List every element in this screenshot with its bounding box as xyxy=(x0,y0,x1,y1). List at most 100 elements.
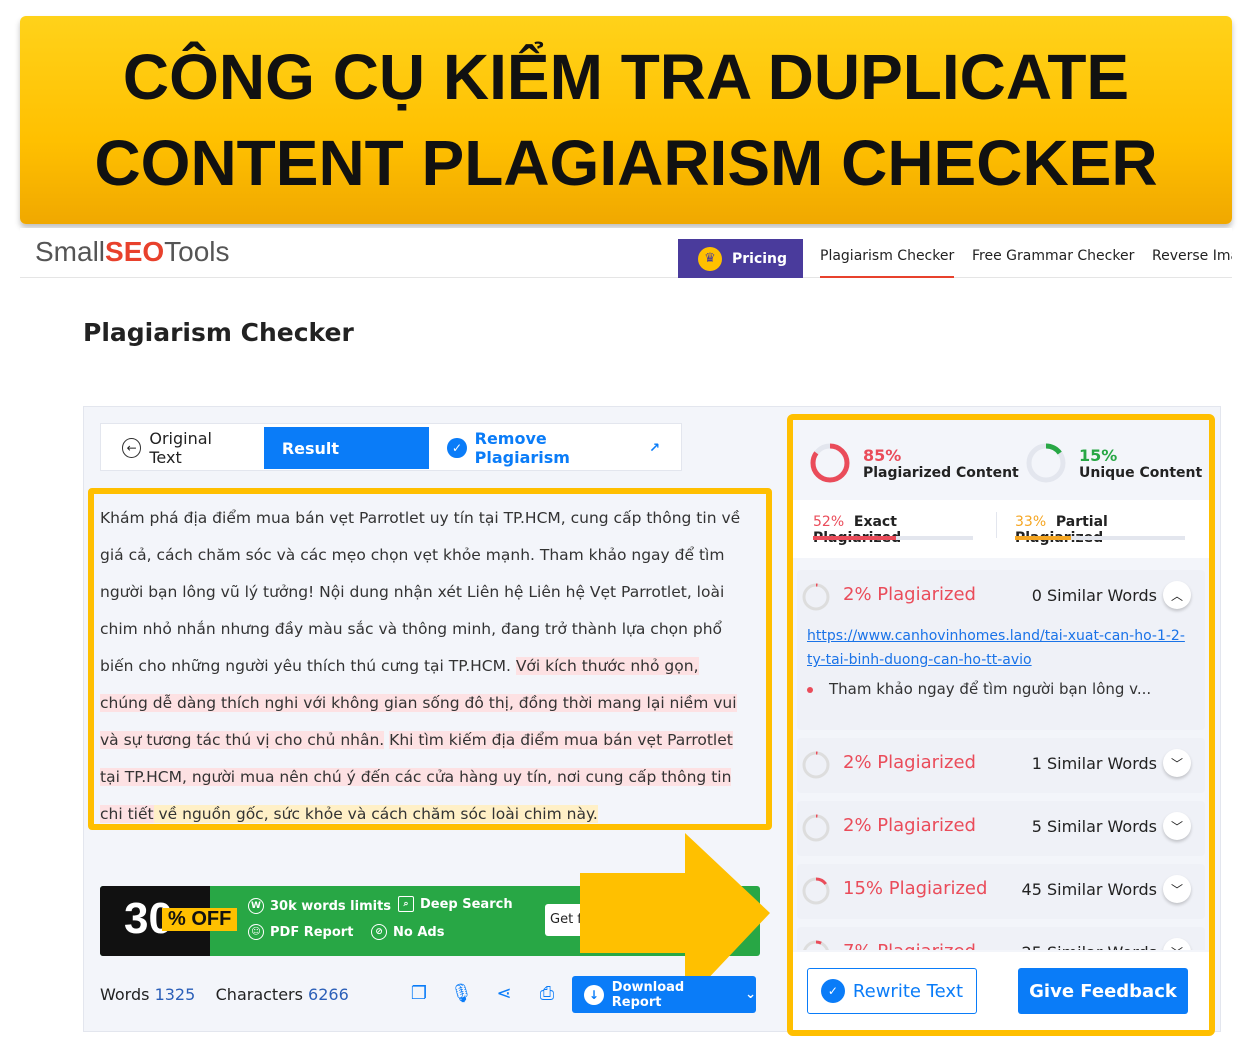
feature-pdf-report: ☺ PDF Report xyxy=(248,924,353,940)
text-line: chim nhỏ nhắn nhưng đầy màu sắc và thông… xyxy=(100,611,760,648)
feature-label: 30k words limits xyxy=(270,898,392,914)
matched-snippet: Tham khảo ngay để tìm người bạn lông v..… xyxy=(807,680,1151,698)
microphone-icon[interactable]: 🎙 xyxy=(450,983,473,1005)
download-report-button[interactable]: ↓ Download Report ⌄ xyxy=(572,976,756,1013)
words-count: 1325 xyxy=(154,985,196,1004)
exact-match-highlight: và sự tương tác thú vị cho chủ nhân. xyxy=(100,731,385,749)
crown-icon: ♛ xyxy=(698,246,722,271)
logo-seo: SEO xyxy=(105,236,165,267)
top-navbar: SmallSEOTools ♛ Pricing Plagiarism Checke… xyxy=(20,228,1232,278)
plagiarized-ring xyxy=(810,443,850,483)
chevron-down-icon[interactable]: ﹀ xyxy=(1163,749,1191,777)
result-item[interactable]: 2% Plagiarized 1 Similar Words ﹀ xyxy=(797,738,1205,793)
nav-reverse-image[interactable]: Reverse Ima xyxy=(1152,248,1232,264)
chevron-down-icon[interactable]: ﹀ xyxy=(1163,875,1191,903)
tab-bar: ← Original Text Result ✓ Remove Plagiarism… xyxy=(100,423,682,471)
exact-match-highlight: Khi tìm kiếm địa điểm mua bán vẹt Parrot… xyxy=(389,731,733,749)
copy-icon[interactable]: ❐ xyxy=(408,983,430,1005)
print-icon[interactable]: ⎙ xyxy=(536,983,558,1005)
text-line: biến cho những người yêu thích thú cưng … xyxy=(100,648,760,685)
tab-remove-plagiarism[interactable]: ✓ Remove Plagiarism ↗ xyxy=(429,427,678,469)
exact-match-highlight: chi tiết xyxy=(100,805,154,823)
feature-label: Deep Search xyxy=(420,896,513,912)
w-icon: W xyxy=(248,898,264,914)
unique-percent: 15% xyxy=(1079,445,1118,465)
chevron-down-icon[interactable]: ﹀ xyxy=(1163,812,1191,840)
text-line: và sự tương tác thú vị cho chủ nhân. Khi… xyxy=(100,722,760,759)
exact-plagiarized: 52% Exact Plagiarized xyxy=(813,514,973,546)
nav-plagiarism-checker[interactable]: Plagiarism Checker xyxy=(820,248,955,278)
download-icon: ↓ xyxy=(584,984,604,1005)
result-percent: 2% Plagiarized xyxy=(843,584,976,605)
panel-footer: ✓ Rewrite Text Give Feedback xyxy=(793,952,1209,1030)
text-segment: chim nhỏ nhắn nhưng đầy màu sắc và thông… xyxy=(100,620,723,638)
plagiarized-summary: 85% Plagiarized Content xyxy=(809,428,1019,498)
unique-label: Unique Content xyxy=(1079,464,1203,481)
results-panel: 85% Plagiarized Content 15% Unique Content… xyxy=(787,414,1215,1036)
document-search-icon: ⌕ xyxy=(398,896,414,912)
banner-title-line2: CONTENT PLAGIARISM CHECKER xyxy=(94,127,1158,199)
partial-plagiarized: 33% Partial Plagiarized xyxy=(1015,514,1185,546)
chevron-down-icon[interactable]: ﹀ xyxy=(1163,938,1191,950)
partial-match-highlight: về nguồn gốc, sức khỏe và cách chăm sóc … xyxy=(153,805,598,823)
unique-ring xyxy=(1026,443,1066,483)
feature-label: PDF Report xyxy=(270,924,354,940)
pricing-button[interactable]: ♛ Pricing xyxy=(678,239,803,278)
text-stats: Words 1325 Characters 6266 xyxy=(100,985,349,1004)
banner-title-line1: CÔNG CỤ KIỂM TRA DUPLICATE xyxy=(122,41,1130,113)
unique-summary: 15% Unique Content xyxy=(1025,428,1202,498)
feature-words-limit: W 30k words limits xyxy=(248,898,391,914)
results-list[interactable]: 2% Plagiarized 0 Similar Words ︿ https://… xyxy=(797,570,1205,950)
rewrite-text-button[interactable]: ✓ Rewrite Text xyxy=(807,968,977,1014)
text-line: giá cả, cách chăm sóc và các mẹo chọn vẹ… xyxy=(100,537,760,574)
text-line: tại TP.HCM, người mua nên chú ý đến các … xyxy=(100,759,760,796)
source-link[interactable]: https://www.canhovinhomes.land/tai-xuat-… xyxy=(807,624,1187,672)
exact-match-highlight: tại TP.HCM, người mua nên chú ý đến các … xyxy=(100,768,732,786)
chevron-down-icon: ⌄ xyxy=(745,987,756,1002)
chevron-up-icon[interactable]: ︿ xyxy=(1163,581,1191,609)
text-segment: giá cả, cách chăm sóc và các mẹo chọn vẹ… xyxy=(100,546,725,564)
exact-match-highlight: chúng dễ dàng thích nghi với không gian … xyxy=(100,694,737,712)
divider xyxy=(996,512,997,538)
result-percent: 15% Plagiarized xyxy=(843,878,988,899)
similar-words: 0 Similar Words xyxy=(1031,586,1157,605)
tab-original-text[interactable]: ← Original Text xyxy=(104,427,264,469)
result-item[interactable]: 2% Plagiarized 5 Similar Words ﹀ xyxy=(797,801,1205,856)
exact-percent: 52% xyxy=(813,514,845,530)
give-feedback-button[interactable]: Give Feedback xyxy=(1018,968,1188,1014)
result-percent: 2% Plagiarized xyxy=(843,815,976,836)
tab-result[interactable]: Result xyxy=(263,427,430,469)
result-item[interactable]: 2% Plagiarized 0 Similar Words ︿ https://… xyxy=(797,570,1205,730)
text-segment: người bạn lông vũ lý tưởng! Nội dung nhậ… xyxy=(100,583,725,601)
similar-words: 25 Similar Words xyxy=(1022,943,1157,950)
similar-words: 1 Similar Words xyxy=(1031,754,1157,773)
result-ring xyxy=(802,877,830,905)
text-line: người bạn lông vũ lý tưởng! Nội dung nhậ… xyxy=(100,574,760,611)
text-line: chi tiết về nguồn gốc, sức khỏe và cách … xyxy=(100,796,760,833)
characters-label: Characters xyxy=(215,985,303,1004)
partial-progress xyxy=(1015,536,1185,540)
exact-progress xyxy=(813,536,973,540)
result-ring xyxy=(802,583,830,611)
feature-deep-search: ⌕ Deep Search xyxy=(398,896,513,912)
text-line: chúng dễ dàng thích nghi với không gian … xyxy=(100,685,760,722)
result-item[interactable]: 7% Plagiarized 25 Similar Words ﹀ xyxy=(797,927,1205,950)
plagiarized-percent: 85% xyxy=(863,445,902,465)
tab-label: Result xyxy=(281,438,340,458)
result-text: Khám phá địa điểm mua bán vẹt Parrotlet … xyxy=(88,488,772,830)
feature-label: No Ads xyxy=(393,924,445,940)
text-line: Khám phá địa điểm mua bán vẹt Parrotlet … xyxy=(100,500,760,537)
text-segment: Khám phá địa điểm mua bán vẹt Parrotlet … xyxy=(100,509,741,527)
result-ring xyxy=(802,751,830,779)
words-label: Words xyxy=(100,985,150,1004)
characters-count: 6266 xyxy=(308,985,349,1004)
nav-grammar-checker[interactable]: Free Grammar Checker xyxy=(972,248,1134,264)
partial-percent: 33% xyxy=(1015,514,1047,530)
result-item[interactable]: 15% Plagiarized 45 Similar Words ﹀ xyxy=(797,864,1205,919)
pricing-label: Pricing xyxy=(732,250,788,267)
logo[interactable]: SmallSEOTools xyxy=(35,236,230,268)
text-segment: biến cho những người yêu thích thú cưng … xyxy=(100,657,516,675)
share-icon[interactable]: ⋖ xyxy=(493,983,515,1005)
title-banner: CÔNG CỤ KIỂM TRA DUPLICATE CONTENT PLAGI… xyxy=(20,16,1232,224)
user-icon: ☺ xyxy=(248,924,264,940)
